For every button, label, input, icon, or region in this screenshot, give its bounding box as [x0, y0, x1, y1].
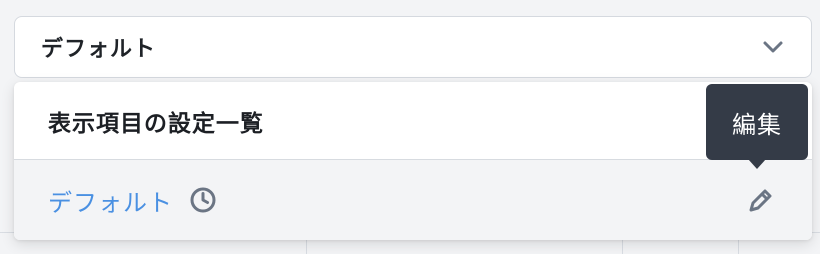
pencil-icon[interactable]: [744, 183, 778, 217]
view-preset-select[interactable]: デフォルト: [14, 16, 812, 78]
chevron-down-icon[interactable]: [761, 35, 785, 59]
preset-option[interactable]: デフォルト: [14, 160, 812, 240]
tooltip-text: 編集: [732, 110, 782, 139]
edit-tooltip: 編集: [706, 84, 808, 160]
select-value: デフォルト: [41, 37, 157, 62]
preset-dropdown-panel: 表示項目の設定一覧 デフォルト: [14, 82, 812, 240]
tooltip-arrow: [748, 159, 766, 169]
preset-option-label[interactable]: デフォルト: [48, 183, 173, 218]
dropdown-title: 表示項目の設定一覧: [48, 110, 264, 137]
view-settings-area: デフォルト 表示項目の設定一覧 デフォルト 編集: [0, 0, 820, 254]
dropdown-header: 表示項目の設定一覧: [14, 82, 812, 160]
clock-icon: [189, 186, 217, 214]
